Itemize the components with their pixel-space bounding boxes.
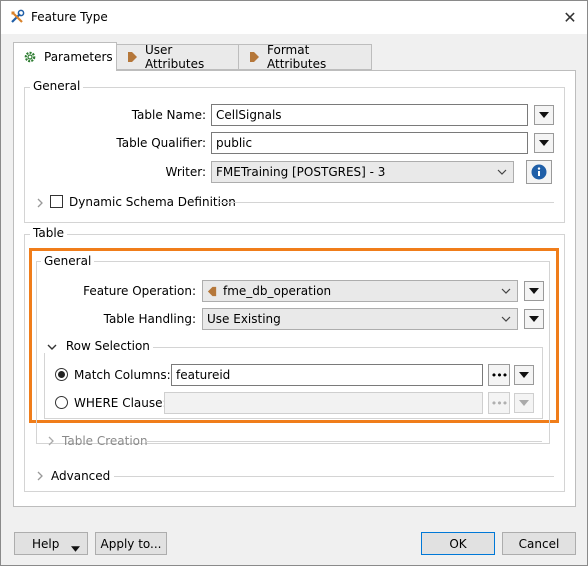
match-columns-radio[interactable] [55, 368, 68, 381]
triangle-down-icon [519, 372, 529, 378]
info-icon [531, 164, 547, 180]
triangle-down-icon [539, 112, 549, 118]
table-name-input[interactable]: CellSignals [211, 104, 528, 126]
triangle-down-icon [519, 400, 529, 406]
gear-icon [23, 50, 37, 64]
table-legend: Table [30, 226, 68, 240]
triangle-down-icon [529, 288, 539, 294]
table-handling-label: Table Handling: [103, 312, 196, 326]
tab-user-attributes[interactable]: User Attributes [116, 43, 239, 71]
feature-operation-select[interactable]: fme_db_operation [202, 280, 518, 302]
feature-operation-value: fme_db_operation [223, 284, 332, 298]
match-columns-browse-button[interactable]: ••• [488, 364, 510, 386]
divider [146, 441, 542, 442]
where-clause-radio[interactable] [55, 396, 68, 409]
match-columns-menu-button[interactable] [514, 365, 534, 385]
chevron-right-icon[interactable] [36, 197, 44, 211]
table-name-label: Table Name: [131, 108, 206, 122]
close-icon: ✕ [563, 8, 577, 27]
triangle-down-icon [71, 541, 80, 555]
where-clause-menu-button[interactable] [514, 393, 534, 413]
ok-button[interactable]: OK [421, 532, 495, 555]
title-bar: Feature Type ✕ [1, 1, 587, 34]
attribute-value-icon [207, 286, 218, 297]
row-selection-header[interactable]: Row Selection [44, 339, 153, 353]
dynamic-schema-label: Dynamic Schema Definition [69, 195, 236, 209]
close-button[interactable]: ✕ [553, 1, 587, 34]
feature-operation-menu-button[interactable] [524, 281, 544, 301]
chevron-right-icon[interactable] [36, 470, 44, 484]
cancel-label: Cancel [518, 536, 560, 551]
tools-icon [9, 9, 25, 25]
where-clause-browse-button[interactable]: ••• [488, 392, 510, 414]
window-title: Feature Type [31, 10, 108, 24]
general-legend: General [30, 79, 84, 93]
ellipsis-icon: ••• [490, 396, 508, 410]
tab-parameters[interactable]: Parameters [13, 42, 117, 71]
tab-label: Format Attributes [267, 43, 327, 71]
divider [219, 202, 554, 203]
feature-type-dialog: Feature Type ✕ Parameters User Attribute… [0, 0, 588, 566]
writer-label: Writer: [165, 165, 206, 179]
writer-info-button[interactable] [526, 160, 552, 184]
where-clause-label: WHERE Clause: [74, 396, 167, 410]
tab-label: Parameters [44, 50, 113, 64]
row-selection-legend: Row Selection [65, 339, 150, 353]
chevron-right-icon[interactable] [47, 435, 55, 449]
table-qualifier-label: Table Qualifier: [116, 136, 206, 150]
chevron-down-icon [497, 166, 507, 180]
writer-select[interactable]: FMETraining [POSTGRES] - 3 [211, 161, 514, 183]
table-qualifier-menu-button[interactable] [534, 133, 554, 153]
table-name-menu-button[interactable] [534, 105, 554, 125]
ellipsis-icon: ••• [490, 368, 508, 382]
cancel-button[interactable]: Cancel [502, 532, 576, 555]
parameters-panel: General Table Name: CellSignals Table Qu… [13, 70, 576, 507]
arrow-right-icon [248, 51, 260, 63]
tab-label: User Attributes [145, 43, 205, 71]
chevron-down-icon [47, 343, 57, 351]
match-columns-label: Match Columns: [74, 368, 171, 382]
triangle-down-icon [539, 140, 549, 146]
table-general-legend: General [41, 254, 95, 268]
writer-value: FMETraining [POSTGRES] - 3 [216, 165, 386, 179]
chevron-down-icon [501, 313, 511, 327]
table-qualifier-input[interactable]: public [211, 132, 528, 154]
chevron-down-icon [501, 285, 511, 299]
table-handling-menu-button[interactable] [524, 309, 544, 329]
help-button[interactable]: Help [14, 532, 88, 555]
ok-label: OK [449, 536, 467, 551]
help-label: Help [32, 536, 60, 551]
triangle-down-icon [529, 316, 539, 322]
where-clause-input[interactable] [164, 392, 483, 414]
apply-to-label: Apply to... [100, 536, 162, 551]
table-handling-select[interactable]: Use Existing [202, 308, 518, 330]
divider [114, 476, 554, 477]
apply-to-button[interactable]: Apply to... [95, 532, 167, 555]
advanced-section[interactable]: Advanced [51, 469, 110, 483]
tab-format-attributes[interactable]: Format Attributes [238, 43, 372, 71]
table-handling-value: Use Existing [207, 312, 281, 326]
match-columns-input[interactable]: featureid [171, 364, 483, 386]
arrow-right-icon [126, 51, 138, 63]
dynamic-schema-checkbox[interactable] [50, 195, 63, 208]
feature-operation-label: Feature Operation: [83, 284, 196, 298]
table-creation-section[interactable]: Table Creation [62, 434, 148, 448]
